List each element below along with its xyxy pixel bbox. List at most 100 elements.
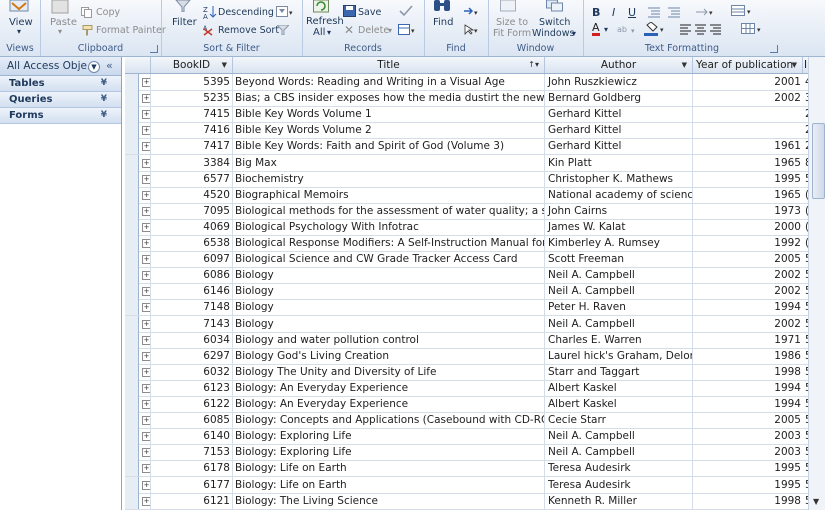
- cell-bookid[interactable]: 6538: [151, 235, 233, 251]
- subdatasheet-expander[interactable]: +: [139, 235, 151, 251]
- cell-bookid[interactable]: 6085: [151, 412, 233, 429]
- chevron-down-icon[interactable]: ▼: [792, 57, 797, 73]
- expand-chevron-icon[interactable]: ¥: [101, 92, 107, 107]
- cell-year[interactable]: 1994: [693, 299, 803, 315]
- cell-year[interactable]: 1994: [693, 396, 803, 412]
- cell-title[interactable]: Biological Science and CW Grade Tracker …: [233, 251, 545, 268]
- cell-title[interactable]: Biographical Memoirs: [233, 186, 545, 203]
- table-row[interactable]: +6121 Biology: The Living Science Kenneth …: [125, 492, 808, 510]
- cell-title[interactable]: Biology: Life on Earth: [233, 476, 545, 493]
- subdatasheet-expander[interactable]: +: [139, 170, 151, 187]
- table-row[interactable]: +6097 Biological Science and CW Grade Tra…: [125, 251, 808, 269]
- paragraph-direction-icon[interactable]: ▾: [695, 6, 717, 18]
- record-selector[interactable]: [125, 476, 139, 493]
- plus-icon[interactable]: +: [142, 174, 150, 184]
- nav-group-forms[interactable]: Forms ¥: [0, 108, 121, 124]
- plus-icon[interactable]: +: [142, 94, 150, 104]
- scroll-down-icon[interactable]: ▼: [813, 497, 819, 506]
- save-button[interactable]: Save: [358, 7, 381, 19]
- record-selector[interactable]: [125, 412, 139, 429]
- table-row[interactable]: +6086BiologyNeil A. Campbell20025: [125, 267, 808, 285]
- cell-title[interactable]: Beyond Words: Reading and Writing in a V…: [233, 74, 545, 90]
- cell-year[interactable]: 1971: [693, 332, 803, 348]
- record-selector[interactable]: [125, 170, 139, 187]
- plus-icon[interactable]: +: [142, 303, 150, 313]
- table-row[interactable]: +7416 Bible Key Words Volume 2 Gerhard Kit…: [125, 122, 808, 140]
- cell-year[interactable]: 1965: [693, 155, 803, 171]
- column-header-author[interactable]: Author ▼: [545, 57, 693, 73]
- subdatasheet-expander[interactable]: +: [139, 106, 151, 123]
- cell-author[interactable]: Kenneth R. Miller: [545, 492, 693, 509]
- cell-year[interactable]: 1995: [693, 171, 803, 187]
- subdatasheet-expander[interactable]: +: [139, 283, 151, 300]
- delete-button[interactable]: Delete: [358, 25, 389, 37]
- cell-bookid[interactable]: 3384: [151, 154, 233, 171]
- cell-year[interactable]: 1965: [693, 187, 803, 203]
- cell-year[interactable]: 2002: [693, 267, 803, 283]
- cell-author[interactable]: Peter H. Raven: [545, 299, 693, 316]
- record-selector[interactable]: [125, 74, 139, 90]
- cell-title[interactable]: Biology and water pollution control: [233, 331, 545, 348]
- underline-button[interactable]: U: [628, 7, 636, 19]
- cell-author[interactable]: Teresa Audesirk: [545, 476, 693, 493]
- cell-year[interactable]: 1986: [693, 348, 803, 364]
- cell-year[interactable]: 2000: [693, 219, 803, 235]
- subdatasheet-expander[interactable]: +: [139, 331, 151, 348]
- cell-year[interactable]: 2001: [693, 74, 803, 90]
- record-selector[interactable]: [125, 235, 139, 251]
- cell-title[interactable]: Biology: [233, 315, 545, 332]
- cell-author[interactable]: Charles E. Warren: [545, 331, 693, 348]
- cell-year[interactable]: 2005: [693, 412, 803, 428]
- cell-bookid[interactable]: 6097: [151, 251, 233, 268]
- refresh-all-label[interactable]: All: [313, 27, 325, 39]
- cell-author[interactable]: Christopher K. Mathews: [545, 170, 693, 187]
- spelling-icon[interactable]: [398, 5, 414, 17]
- cell-bookid[interactable]: 7415: [151, 106, 233, 123]
- subdatasheet-expander[interactable]: +: [139, 251, 151, 268]
- cell-year[interactable]: 1961: [693, 138, 803, 154]
- cell-year[interactable]: [693, 106, 803, 122]
- expand-chevron-icon[interactable]: ¥: [101, 76, 107, 91]
- subdatasheet-expander[interactable]: +: [139, 428, 151, 445]
- subdatasheet-expander[interactable]: +: [139, 202, 151, 219]
- cell-bookid[interactable]: 6122: [151, 396, 233, 412]
- nav-group-queries[interactable]: Queries ¥: [0, 92, 121, 108]
- cell-author[interactable]: Albert Kaskel: [545, 396, 693, 412]
- cell-title[interactable]: Big Max: [233, 154, 545, 171]
- chevron-down-icon[interactable]: ▾: [327, 27, 331, 39]
- view-icon[interactable]: [9, 0, 29, 12]
- cell-year[interactable]: 1998: [693, 493, 803, 509]
- chevron-down-icon[interactable]: ▾: [572, 28, 576, 40]
- cell-bookid[interactable]: 6577: [151, 170, 233, 187]
- plus-icon[interactable]: +: [142, 255, 150, 265]
- cell-author[interactable]: Neil A. Campbell: [545, 267, 693, 284]
- cell-author[interactable]: Laurel hick's Graham, Delores: [545, 347, 693, 364]
- cell-title[interactable]: Bias; a CBS insider exposes how the medi…: [233, 90, 545, 107]
- table-row[interactable]: +5235 Bias; a CBS insider exposes how the…: [125, 90, 808, 108]
- cell-author[interactable]: James W. Kalat: [545, 218, 693, 235]
- cell-bookid[interactable]: 7416: [151, 122, 233, 139]
- italic-button[interactable]: I: [612, 7, 615, 19]
- table-row[interactable]: +6297 Biology God's Living Creation Laurel…: [125, 347, 808, 365]
- subdatasheet-expander[interactable]: +: [139, 299, 151, 316]
- cell-author[interactable]: Gerhard Kittel: [545, 138, 693, 155]
- table-row[interactable]: +4069 Biological Psychology With Infotrac…: [125, 218, 808, 236]
- table-row[interactable]: +7095 Biological methods for the assessme…: [125, 202, 808, 220]
- cell-bookid[interactable]: 6146: [151, 283, 233, 300]
- remove-sort-button[interactable]: Remove Sort: [218, 25, 279, 37]
- record-selector[interactable]: [125, 315, 139, 332]
- cell-title[interactable]: Biology: Exploring Life: [233, 444, 545, 461]
- record-selector[interactable]: [125, 106, 139, 123]
- cell-title[interactable]: Biochemistry: [233, 170, 545, 187]
- subdatasheet-expander[interactable]: +: [139, 315, 151, 332]
- cell-title[interactable]: Biology: [233, 267, 545, 284]
- expand-chevron-icon[interactable]: ¥: [101, 108, 107, 123]
- table-row[interactable]: +7153 Biology: Exploring Life Neil A. Camp…: [125, 444, 808, 462]
- alternate-row-color-icon[interactable]: ▾: [741, 23, 765, 35]
- plus-icon[interactable]: +: [142, 222, 150, 232]
- descending-button[interactable]: Descending: [218, 7, 274, 19]
- cell-bookid[interactable]: 7153: [151, 444, 233, 461]
- table-row[interactable]: +3384Big MaxKin Platt19658: [125, 154, 808, 172]
- cell-year[interactable]: 2003: [693, 428, 803, 444]
- cell-author[interactable]: Bernard Goldberg: [545, 90, 693, 107]
